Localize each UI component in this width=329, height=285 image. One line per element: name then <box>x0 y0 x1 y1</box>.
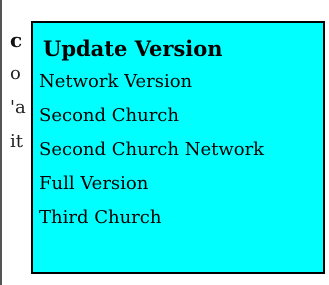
menu-item-network-version[interactable]: Network Version <box>37 68 323 102</box>
background-text-fragment: it <box>10 131 23 152</box>
background-text-fragment: c <box>10 28 23 52</box>
menu-item-full-version[interactable]: Full Version <box>37 170 323 204</box>
menu-item-third-church[interactable]: Third Church <box>37 204 323 238</box>
background-text-fragment: 'a <box>10 97 26 118</box>
background-text-fragment: o <box>10 63 21 84</box>
menu-item-second-church-network[interactable]: Second Church Network <box>37 136 323 170</box>
update-version-popup: Update Version Network Version Second Ch… <box>31 21 325 274</box>
popup-title: Update Version <box>43 36 223 61</box>
menu-item-second-church[interactable]: Second Church <box>37 102 323 136</box>
